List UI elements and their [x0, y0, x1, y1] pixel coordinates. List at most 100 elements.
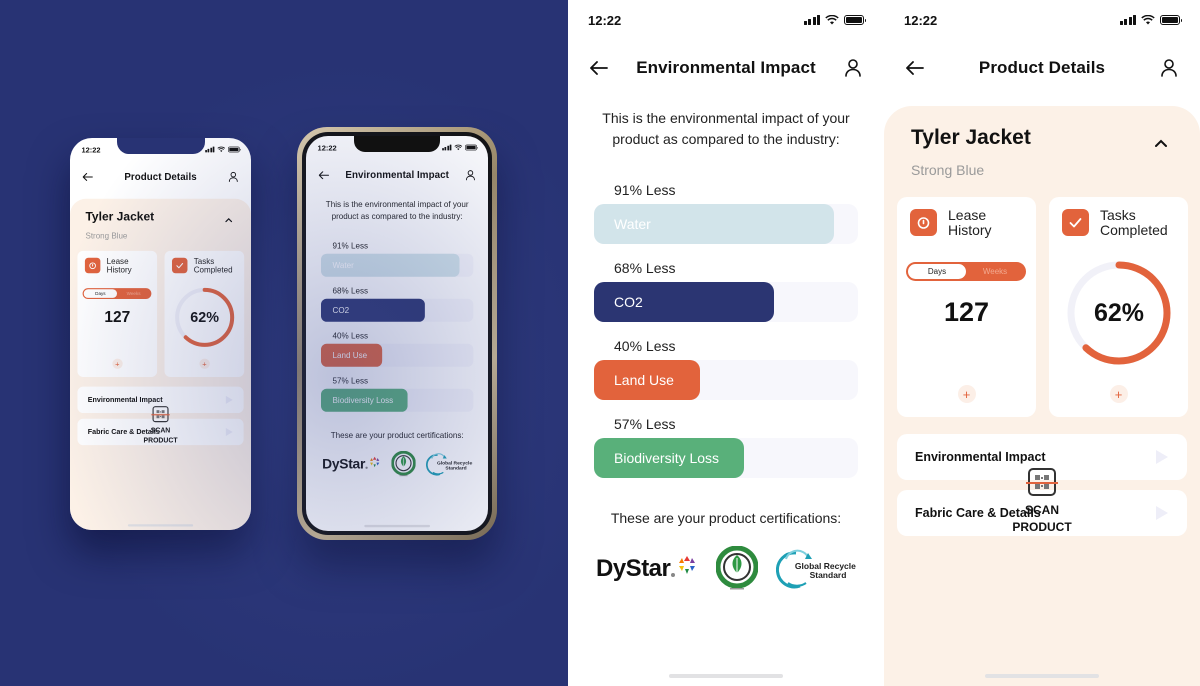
signal-icon	[1119, 15, 1136, 25]
impact-row-land-use: 40% Less Land Use	[594, 338, 858, 400]
home-indicator[interactable]	[985, 674, 1099, 678]
impact-bar-biodiversity: Biodiversity Loss	[594, 438, 745, 478]
dystar-logo: DyStar	[596, 555, 697, 583]
checkmark-icon	[1062, 209, 1089, 236]
nav-bar: Product Details	[70, 166, 251, 189]
wifi-icon	[454, 144, 463, 151]
certifications-row: DyStar Global Recycled Standard	[322, 451, 472, 478]
lease-history-tile: Lease History Days Weeks 127 +	[897, 197, 1036, 417]
impact-row-co2: 68% Less CO2	[321, 286, 474, 322]
certifications-heading: These are your product certifications:	[330, 430, 464, 440]
profile-icon[interactable]	[1158, 57, 1180, 79]
status-time: 12:22	[317, 143, 337, 152]
signal-icon	[803, 15, 820, 25]
scan-product-button[interactable]: SCAN PRODUCT	[70, 406, 251, 445]
chevron-up-icon[interactable]	[222, 214, 235, 227]
impact-bar-land-use: Land Use	[321, 343, 382, 367]
nav-bar: Environmental Impact	[306, 164, 488, 187]
impact-bar-water: Water	[594, 204, 835, 244]
dystar-star-icon	[370, 456, 380, 468]
impact-row-biodiversity: 57% Less Biodiversity Loss	[594, 416, 858, 478]
phone-screen: 12:22 Product Details Tyler Jacket Stron…	[70, 138, 251, 530]
impact-caption: 57% Less	[614, 416, 676, 432]
impact-bars: 91% Less Water 68% Less CO2 40% Less Lan…	[321, 241, 474, 421]
nav-bar: Environmental Impact	[568, 48, 884, 88]
organic-100-logo	[391, 451, 416, 477]
battery-icon	[1160, 15, 1182, 25]
tasks-percent: 62%	[1093, 298, 1145, 327]
impact-track: CO2	[594, 282, 858, 322]
impact-caption: 68% Less	[332, 286, 369, 296]
qr-scan-icon	[151, 406, 170, 423]
product-card: Tyler Jacket Strong Blue Lease History Da…	[70, 198, 251, 530]
days-weeks-toggle[interactable]: Days Weeks	[906, 262, 1026, 281]
intro-text: This is the environmental impact of your…	[325, 199, 469, 221]
lease-history-label: Lease History	[106, 256, 132, 275]
toggle-days[interactable]: Days	[83, 289, 117, 298]
days-weeks-toggle[interactable]: Days Weeks	[82, 288, 152, 300]
scan-product-label: SCAN PRODUCT	[1012, 503, 1072, 534]
toggle-days[interactable]: Days	[908, 264, 966, 279]
battery-icon	[465, 144, 478, 151]
back-arrow-icon[interactable]	[81, 171, 94, 184]
chevron-up-icon[interactable]	[1150, 132, 1172, 154]
environmental-impact-screen: 12:22 Environmental Impact This is the e…	[568, 0, 884, 686]
wifi-icon	[217, 146, 226, 153]
tasks-percent: 62%	[190, 309, 219, 326]
tasks-completed-label: Tasks Completed	[1100, 207, 1168, 238]
svg-text:Standard: Standard	[445, 466, 466, 472]
dystar-star-icon	[679, 556, 696, 574]
profile-icon[interactable]	[842, 57, 864, 79]
phone-mockup-product-details: 12:22 Product Details Tyler Jacket Stron…	[70, 138, 251, 530]
profile-icon[interactable]	[464, 169, 477, 182]
add-lease-button[interactable]: +	[112, 358, 123, 369]
toggle-weeks[interactable]: Weeks	[117, 289, 150, 298]
dystar-logo: DyStar	[322, 456, 380, 472]
play-arrow-icon	[1156, 450, 1168, 464]
status-time: 12:22	[81, 145, 101, 154]
status-bar: 12:22	[568, 0, 884, 40]
lease-value: 127	[943, 297, 990, 327]
home-indicator[interactable]	[364, 524, 431, 528]
svg-text:Standard: Standard	[810, 570, 847, 580]
profile-icon[interactable]	[227, 171, 240, 184]
impact-bar-water: Water	[321, 253, 460, 277]
lease-history-tile: Lease History Days Weeks 127 +	[77, 250, 158, 377]
signal-icon	[441, 144, 452, 151]
add-task-button[interactable]: +	[1109, 385, 1128, 403]
add-lease-button[interactable]: +	[957, 385, 976, 403]
lease-history-label: Lease History	[948, 207, 992, 238]
toggle-weeks[interactable]: Weeks	[966, 264, 1024, 279]
impact-bar-co2: CO2	[321, 298, 425, 322]
certifications-row: DyStar Global Recycled Standard	[596, 546, 856, 592]
impact-caption: 57% Less	[332, 376, 369, 386]
home-indicator[interactable]	[127, 524, 194, 527]
lease-value: 127	[104, 308, 131, 326]
stopwatch-icon	[910, 209, 937, 236]
impact-bar-land-use: Land Use	[594, 360, 700, 400]
phone-notch	[354, 136, 440, 152]
page-title: Environmental Impact	[636, 58, 816, 77]
back-arrow-icon[interactable]	[904, 57, 926, 79]
impact-track: Land Use	[321, 343, 474, 367]
play-arrow-icon	[225, 395, 233, 404]
back-arrow-icon[interactable]	[318, 169, 331, 182]
phone-mockup-environmental-impact: 12:22 Environmental Impact This is the e…	[297, 127, 497, 540]
home-indicator[interactable]	[669, 674, 783, 678]
organic-100-logo	[715, 546, 758, 590]
product-color: Strong Blue	[911, 162, 985, 178]
impact-track: CO2	[321, 298, 474, 322]
scan-product-button[interactable]: SCAN PRODUCT	[884, 468, 1200, 536]
global-recycled-standard-logo: Global Recycled Standard	[426, 453, 472, 476]
back-arrow-icon[interactable]	[588, 57, 610, 79]
add-task-button[interactable]: +	[199, 358, 210, 369]
wifi-icon	[825, 15, 839, 25]
impact-caption: 91% Less	[614, 182, 676, 198]
intro-text: This is the environmental impact of your…	[602, 110, 850, 147]
impact-bars: 91% Less Water 68% Less CO2 40% Less Lan…	[594, 182, 858, 494]
certifications-heading: These are your product certifications:	[610, 510, 842, 526]
stopwatch-icon	[84, 257, 101, 274]
product-name: Tyler Jacket	[85, 210, 155, 224]
checkmark-icon	[171, 257, 188, 274]
impact-row-water: 91% Less Water	[321, 241, 474, 277]
